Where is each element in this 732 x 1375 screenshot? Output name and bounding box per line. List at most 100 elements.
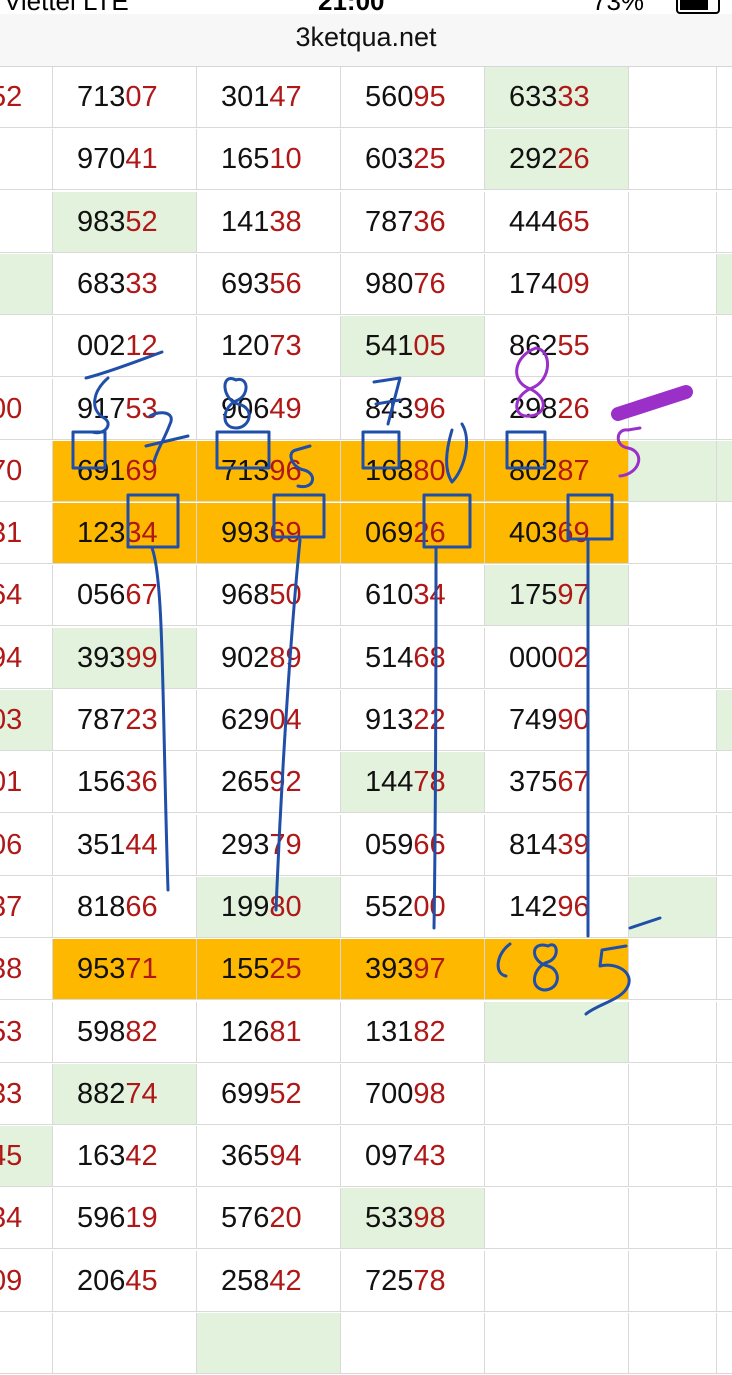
result-prefix: 610 [365,579,414,612]
table-row: 09206452584272578 [0,1250,732,1313]
result-suffix: 10 [269,143,302,176]
empty-cell [629,627,717,689]
empty-cell [717,939,732,1001]
result-prefix: 365 [221,1140,270,1173]
empty-cell [629,191,717,253]
result-prefix: 983 [77,205,126,238]
result-prefix: 603 [365,143,414,176]
result-suffix: 81 [269,1015,302,1048]
result-suffix: 00 [413,890,446,923]
result-prefix: 000 [509,641,558,674]
table-row: 6405667968506103417597 [0,565,732,627]
empty-cell [717,316,732,378]
empty-cell [629,503,717,565]
result-prefix: 560 [365,81,414,113]
result-cell: 30147 [197,67,341,128]
result-prefix: 906 [221,392,270,425]
result-suffix: 56 [269,267,302,300]
result-suffix: 07 [125,81,158,113]
result-cell: 12073 [197,316,341,378]
result-suffix: 19 [125,1202,158,1235]
result-prefix: 163 [77,1140,126,1173]
battery-icon [676,0,720,14]
result-prefix: 552 [365,890,414,923]
result-cell: 53398 [341,1188,485,1250]
result-suffix: 36 [413,205,446,238]
result-cell: 35144 [53,814,197,876]
result-prefix: 968 [221,579,270,612]
table-row: 5271307301475609563333 [0,67,732,129]
result-cell [485,1063,629,1125]
result-suffix: 79 [269,828,302,861]
result-suffix: 39 [557,828,590,861]
result-prefix: 168 [365,454,414,487]
result-cell: 12681 [197,1001,341,1063]
result-cell: 05667 [53,565,197,627]
result-prefix: 292 [509,143,558,176]
table-row: 3112334993690692640369 [0,503,732,565]
empty-cell [629,1001,717,1063]
status-bar: Viettel LTE 21:00 73% [0,0,732,14]
result-prefix: 787 [365,205,414,238]
row-code: 34 [0,1188,53,1250]
result-prefix: 351 [77,828,126,861]
result-cell: 78723 [53,690,197,751]
result-suffix: 44 [125,828,158,861]
result-suffix: 33 [125,267,158,300]
result-suffix: 98 [413,1077,446,1110]
empty-cell [717,1064,732,1125]
result-cell [53,1313,197,1374]
row-code: t [0,191,53,253]
result-cell: 29826 [485,378,629,440]
result-suffix: 87 [557,454,590,487]
table-row: 53598821268113182 [0,1001,732,1064]
result-cell: 55200 [341,876,485,938]
result-cell: 05966 [341,814,485,876]
table-row: 0091753906498439629826 [0,378,732,441]
result-suffix: 26 [413,517,446,550]
row-code: 33 [0,1063,53,1125]
result-prefix: 131 [365,1015,414,1048]
result-cell: 14296 [485,876,629,938]
empty-cell [629,690,717,751]
table-row: t97041165106032529226 [0,129,732,191]
result-cell: 97041 [53,129,197,191]
table-row: 3781866199805520014296 [0,876,732,939]
result-suffix: 69 [557,517,590,550]
result-cell [485,1126,629,1188]
url-text: 3ketqua.net [295,22,437,52]
result-prefix: 598 [77,1015,126,1048]
result-prefix: 155 [221,953,270,986]
result-suffix: 23 [125,704,158,736]
result-suffix: 97 [413,953,446,986]
result-prefix: 917 [77,392,126,425]
result-prefix: 980 [365,267,414,300]
result-prefix: 749 [509,704,558,736]
result-cell [485,1250,629,1312]
result-cell: 68333 [53,253,197,315]
result-cell: 71307 [53,67,197,128]
result-prefix: 818 [77,890,126,923]
table-row: t68333693569807617409 [0,253,732,316]
table-row: 0378723629049132274990 [0,690,732,752]
table-row: 34596195762053398 [0,1188,732,1250]
empty-cell [717,1126,732,1188]
result-cell: 74990 [485,690,629,751]
result-cell: 84396 [341,378,485,440]
empty-cell [629,752,717,814]
result-prefix: 533 [365,1202,414,1235]
result-cell: 62904 [197,690,341,751]
result-cell: 57620 [197,1188,341,1250]
empty-cell [629,1063,717,1125]
empty-cell [629,440,717,502]
address-bar[interactable]: 3ketqua.net [0,14,732,67]
result-suffix: 99 [125,641,158,674]
empty-cell [717,440,732,502]
result-cell [485,1313,629,1374]
row-code: t [0,316,53,378]
row-code: 38 [0,939,53,1001]
result-cell: 13182 [341,1001,485,1063]
result-prefix: 444 [509,205,558,238]
table-row: t00212120735410586255 [0,316,732,378]
result-suffix: 09 [557,267,590,300]
